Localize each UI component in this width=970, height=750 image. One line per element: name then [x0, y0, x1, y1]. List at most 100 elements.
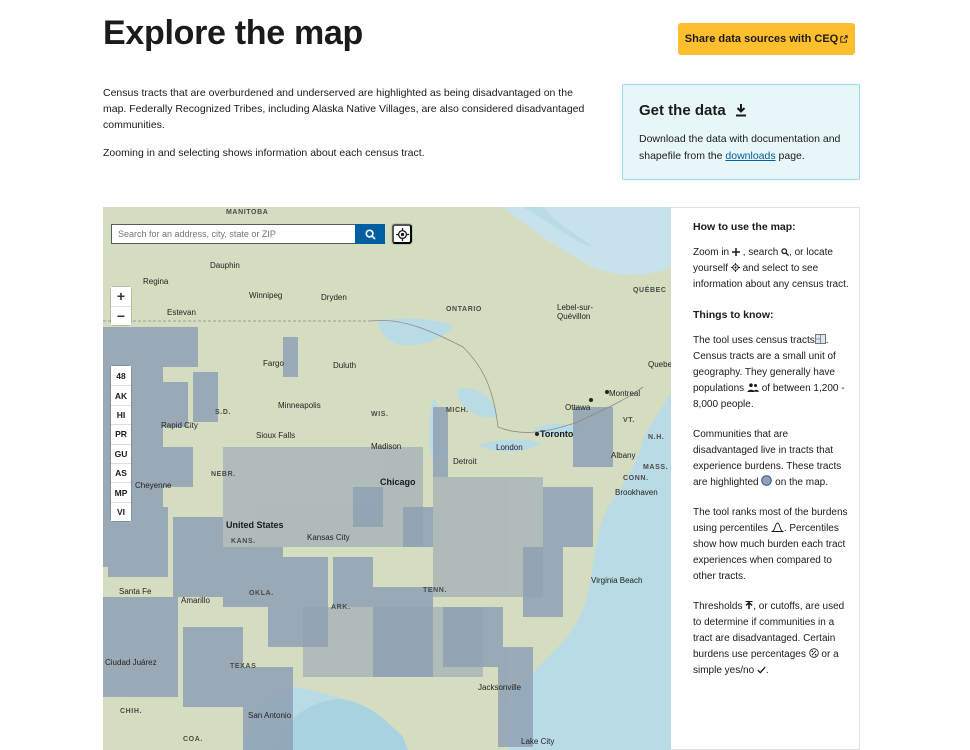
- things-to-know-title: Things to know:: [693, 309, 774, 321]
- map-dot-toronto: [535, 432, 539, 436]
- get-the-data-title-text: Get the data: [639, 102, 726, 119]
- map-label-minneapolis: Minneapolis: [278, 401, 321, 410]
- percentiles-text: The tool ranks most of the burdens using…: [693, 505, 849, 585]
- map-label-coa: COA.: [183, 736, 203, 743]
- census-tracts-text: The tool uses census tracts. Census trac…: [693, 333, 849, 413]
- thresholds-text-d: .: [765, 665, 769, 676]
- downloads-link[interactable]: downloads: [725, 150, 775, 162]
- territory-button-48[interactable]: 48: [111, 366, 131, 386]
- map-dot-ottawa: [589, 398, 593, 402]
- map-label-tenn: TENN.: [423, 587, 447, 594]
- map-label-united-states: United States: [226, 520, 284, 530]
- download-icon: [735, 104, 746, 117]
- people-icon: [747, 383, 759, 392]
- thresholds-text: Thresholds , or cutoffs, are used to det…: [693, 599, 849, 679]
- get-data-text-end: page.: [775, 150, 805, 162]
- map-label-madison: Madison: [371, 442, 402, 451]
- thresholds-text-a: Thresholds: [693, 601, 743, 612]
- map-label-ark: ARK.: [331, 604, 351, 611]
- disadvantaged-text-b: on the map.: [772, 477, 828, 488]
- zoom-out-button[interactable]: −: [111, 306, 131, 325]
- map-label-mich: MICH.: [446, 407, 469, 414]
- locate-me-button[interactable]: [392, 224, 412, 244]
- map-label-chicago: Chicago: [380, 477, 416, 487]
- territory-button-pr[interactable]: PR: [111, 424, 131, 444]
- explore-map[interactable]: MANITOBA ONTARIO QUÉBEC Dauphin Regina W…: [103, 207, 671, 750]
- map-label-kans: KANS.: [231, 538, 256, 545]
- census-tract-icon: [814, 334, 826, 344]
- map-label-regina: Regina: [143, 277, 169, 286]
- geolocate-icon: [395, 227, 409, 241]
- territory-button-ak[interactable]: AK: [111, 385, 131, 405]
- map-label-jacksonville: Jacksonville: [478, 683, 522, 692]
- disadvantaged-text: Communities that are disadvantaged live …: [693, 427, 849, 491]
- external-link-icon: [840, 35, 848, 43]
- map-label-fargo: Fargo: [263, 359, 284, 368]
- map-label-dauphin: Dauphin: [210, 261, 240, 270]
- how-text-2: , search: [742, 247, 779, 258]
- map-label-kansas-city: Kansas City: [307, 533, 350, 542]
- intro-paragraph-2: Zooming in and selecting shows informati…: [103, 147, 425, 159]
- map-label-quebec-city: Quebec: [648, 360, 671, 369]
- map-label-manitoba: MANITOBA: [226, 209, 269, 216]
- map-label-albany: Albany: [611, 451, 636, 460]
- territory-button-vi[interactable]: VI: [111, 501, 131, 522]
- map-search-button[interactable]: [355, 224, 385, 244]
- get-the-data-panel: Get the data Download the data with docu…: [622, 84, 860, 180]
- how-to-use-title: How to use the map:: [693, 221, 796, 233]
- map-label-mass: MASS.: [643, 464, 669, 471]
- checkmark-icon: [757, 666, 766, 674]
- search-icon: [364, 228, 376, 240]
- map-label-detroit: Detroit: [453, 457, 477, 466]
- map-label-estevan: Estevan: [167, 308, 196, 317]
- page-title: Explore the map: [103, 14, 364, 52]
- map-label-cheyenne: Cheyenne: [135, 481, 172, 490]
- how-text-1: Zoom in: [693, 247, 730, 258]
- map-label-wis: WIS.: [371, 411, 389, 418]
- map-label-dryden: Dryden: [321, 293, 347, 302]
- how-to-use-text: Zoom in , search , or locate yourself an…: [693, 245, 849, 293]
- map-search: [111, 224, 385, 244]
- map-label-conn: CONN.: [623, 475, 649, 482]
- map-label-london: London: [496, 443, 523, 452]
- territory-control: 48 AK HI PR GU AS MP VI: [111, 366, 131, 522]
- share-data-sources-button[interactable]: Share data sources with CEQ: [678, 23, 855, 55]
- map-label-lebel-sur-quevillon: Lebel-sur- Quévillon: [557, 303, 594, 321]
- search-small-icon: [781, 248, 790, 256]
- share-button-label: Share data sources with CEQ: [684, 33, 839, 45]
- map-label-sd: S.D.: [215, 409, 232, 416]
- zoom-control: + −: [111, 287, 131, 325]
- map-label-winnipeg: Winnipeg: [249, 291, 283, 300]
- highlighted-tract-icon: [761, 475, 773, 486]
- map-label-toronto: Toronto: [540, 429, 574, 439]
- map-label-ciudad-juarez: Ciudad Juárez: [105, 658, 157, 667]
- map-label-lake-city: Lake City: [521, 737, 555, 746]
- territory-button-hi[interactable]: HI: [111, 404, 131, 425]
- get-the-data-title: Get the data: [639, 102, 843, 119]
- tracts-text-a: The tool uses census tracts: [693, 335, 815, 346]
- map-label-nebr: NEBR.: [211, 471, 236, 478]
- map-label-amarillo: Amarillo: [181, 596, 210, 605]
- map-label-ontario: ONTARIO: [446, 306, 482, 313]
- map-label-vt: VT.: [623, 417, 635, 424]
- map-label-quebec-province: QUÉBEC: [633, 287, 667, 294]
- territory-button-as[interactable]: AS: [111, 462, 131, 483]
- map-label-virginia-beach: Virginia Beach: [591, 576, 643, 585]
- map-label-brookhaven: Brookhaven: [615, 488, 658, 497]
- map-label-duluth: Duluth: [333, 361, 357, 370]
- percent-icon: [808, 648, 819, 658]
- zoom-in-button[interactable]: +: [111, 287, 131, 306]
- map-info-sidebar: How to use the map: Zoom in , search , o…: [671, 207, 860, 750]
- plus-icon: [731, 248, 740, 256]
- intro-paragraph-1: Census tracts that are overburdened and …: [103, 87, 585, 131]
- locate-small-icon: [730, 263, 740, 272]
- map-label-montreal: Montreal: [609, 389, 641, 398]
- territory-button-mp[interactable]: MP: [111, 482, 131, 502]
- get-the-data-text: Download the data with documentation and…: [639, 131, 843, 165]
- map-label-texas: TEXAS: [230, 663, 257, 670]
- territory-button-gu[interactable]: GU: [111, 443, 131, 463]
- map-label-san-antonio: San Antonio: [248, 711, 292, 720]
- intro-text: Census tracts that are overburdened and …: [103, 85, 588, 173]
- bell-curve-icon: [771, 522, 784, 532]
- map-search-input[interactable]: [111, 224, 355, 244]
